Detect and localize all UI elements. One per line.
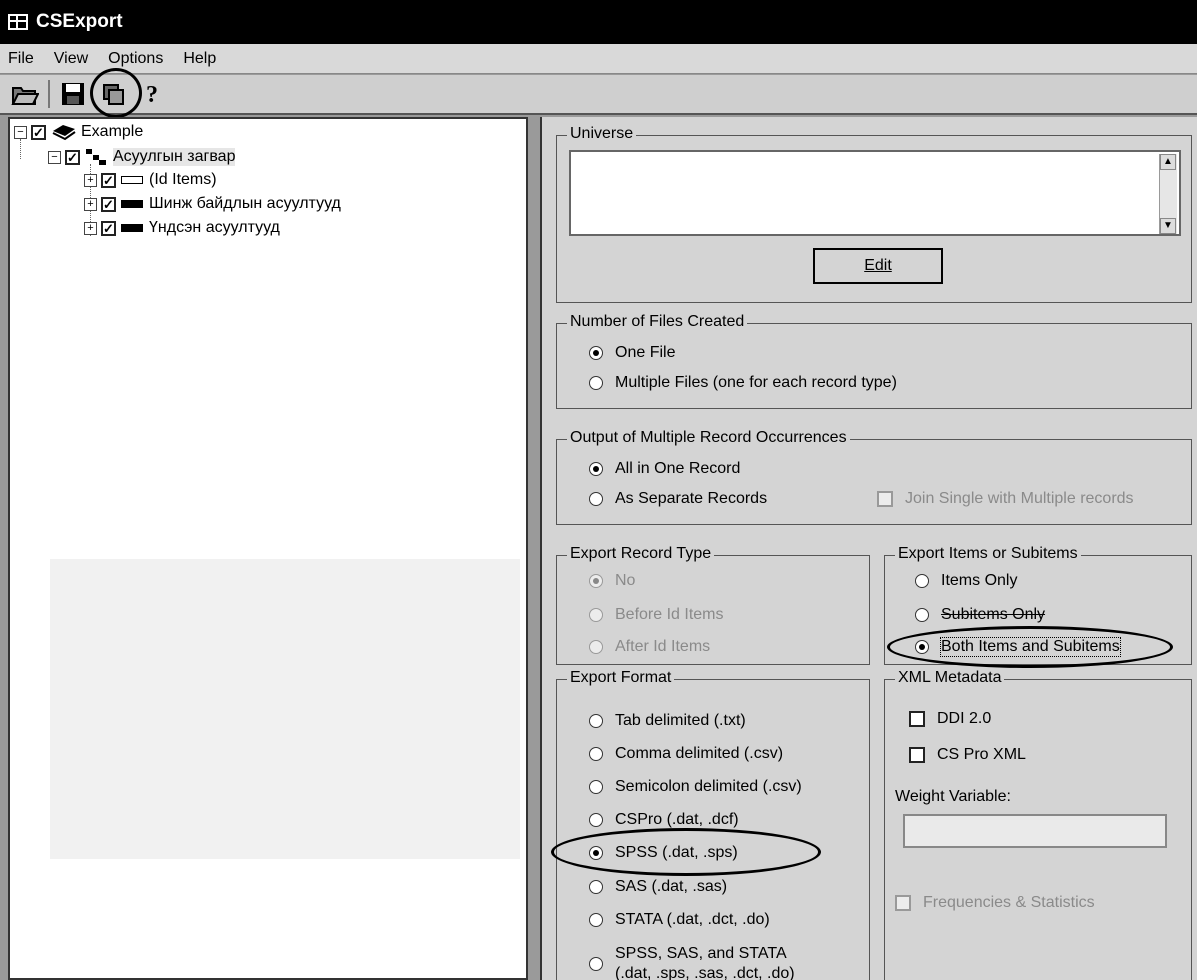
format-group: Export Format Tab delimited (.txt) Comma… (551, 669, 870, 980)
tree-record[interactable]: + ✓ Шинж байдлын асуултууд (84, 193, 341, 215)
collapse-icon[interactable]: − (48, 150, 61, 164)
items-only-radio[interactable]: Items Only (915, 572, 1017, 590)
tree-checkbox[interactable]: ✓ (101, 220, 116, 236)
join-single-checkbox[interactable]: Join Single with Multiple records (877, 490, 1134, 508)
semicolon-delimited-radio[interactable]: Semicolon delimited (.csv) (589, 778, 802, 796)
universe-textarea[interactable]: ▲ ▼ (569, 150, 1181, 236)
open-button[interactable] (8, 78, 42, 110)
tree-checkbox[interactable]: ✓ (31, 124, 46, 140)
tree-level[interactable]: − ✓ Асуулгын загвар (48, 146, 236, 168)
help-button[interactable]: ? (136, 78, 170, 110)
items-group: Export Items or Subitems Items Only Subi… (884, 545, 1192, 668)
tree-record[interactable]: + ✓ (Id Items) (84, 169, 217, 191)
scroll-up-icon[interactable]: ▲ (1160, 154, 1176, 170)
annotation-circle (90, 68, 142, 118)
files-group: Number of Files Created One File Multipl… (556, 313, 1192, 409)
tree-checkbox[interactable]: ✓ (101, 196, 116, 212)
universe-scrollbar[interactable]: ▲ ▼ (1159, 154, 1177, 234)
toolbar-separator (48, 80, 50, 108)
hierarchy-icon (86, 149, 106, 165)
xml-legend: XML Metadata (895, 669, 1005, 687)
record-icon (121, 200, 143, 208)
record-icon (121, 224, 143, 232)
options-pane: Universe ▲ ▼ Edit Number of Files Create… (540, 117, 1197, 980)
tree-record-label: (Id Items) (149, 171, 217, 188)
tree-record-label: Шинж байдлын асуултууд (149, 195, 341, 212)
format-legend: Export Format (567, 669, 675, 687)
tree-record[interactable]: + ✓ Үндсэн асуултууд (84, 217, 280, 239)
expand-icon[interactable]: + (84, 173, 97, 187)
menu-file[interactable]: File (8, 50, 34, 68)
expand-icon[interactable]: + (84, 197, 97, 211)
comma-delimited-radio[interactable]: Comma delimited (.csv) (589, 745, 783, 763)
files-legend: Number of Files Created (567, 313, 748, 331)
separate-records-radio[interactable]: As Separate Records (589, 490, 767, 508)
annotation-oval (551, 828, 821, 876)
occurrences-group: Output of Multiple Record Occurrences Al… (556, 429, 1192, 525)
universe-legend: Universe (567, 125, 637, 143)
tree-root[interactable]: − ✓ Example (14, 121, 143, 143)
record-icon (121, 176, 143, 184)
tree-checkbox[interactable]: ✓ (65, 149, 80, 165)
window-title: CSExport (36, 11, 123, 32)
ddi-checkbox[interactable]: DDI 2.0 (909, 710, 991, 728)
run-button[interactable] (90, 68, 142, 118)
cspro-radio[interactable]: CSPro (.dat, .dcf) (589, 811, 739, 829)
xml-group: XML Metadata DDI 2.0 CS Pro XML Weight V… (884, 669, 1192, 980)
scroll-down-icon[interactable]: ▼ (1160, 218, 1176, 234)
after-id-items-radio[interactable]: After Id Items (589, 638, 710, 656)
tree-level-label: Асуулгын загвар (113, 148, 236, 166)
toolbar: ? (0, 68, 1197, 118)
all-in-one-record-radio[interactable]: All in One Record (589, 460, 740, 478)
universe-group: Universe ▲ ▼ Edit (556, 125, 1192, 303)
tree-root-label: Example (81, 123, 144, 140)
weight-variable-input[interactable] (903, 814, 1167, 848)
tree-checkbox[interactable]: ✓ (101, 172, 116, 188)
book-icon (52, 125, 76, 141)
tab-delimited-radio[interactable]: Tab delimited (.txt) (589, 712, 746, 730)
cspro-xml-checkbox[interactable]: CS Pro XML (909, 746, 1026, 764)
save-icon (62, 83, 84, 105)
table-app-icon (8, 14, 28, 30)
collapse-icon[interactable]: − (14, 125, 27, 139)
menu-view[interactable]: View (54, 50, 88, 68)
sas-radio[interactable]: SAS (.dat, .sas) (589, 878, 727, 896)
weight-variable-label: Weight Variable: (895, 788, 1011, 805)
expand-icon[interactable]: + (84, 221, 97, 235)
tree-pane: − ✓ Example − ✓ Асуулгын загвар + ✓ (Id … (8, 117, 528, 980)
menu-options[interactable]: Options (108, 50, 163, 68)
menu-bar: File View Options Help (0, 44, 1197, 74)
svg-text:?: ? (146, 82, 158, 108)
occurrences-legend: Output of Multiple Record Occurrences (567, 429, 850, 447)
stata-radio[interactable]: STATA (.dat, .dct, .do) (589, 911, 770, 929)
record-type-legend: Export Record Type (567, 545, 715, 563)
save-button[interactable] (56, 78, 90, 110)
title-bar: CSExport (0, 0, 1197, 44)
annotation-oval (887, 626, 1173, 668)
frequencies-checkbox[interactable]: Frequencies & Statistics (895, 894, 1095, 912)
items-legend: Export Items or Subitems (895, 545, 1081, 563)
multiple-files-radio[interactable]: Multiple Files (one for each record type… (589, 374, 897, 392)
record-type-no-radio[interactable]: No (589, 572, 635, 590)
before-id-items-radio[interactable]: Before Id Items (589, 606, 724, 624)
edit-button[interactable]: Edit (813, 248, 943, 284)
tree-record-label: Үндсэн асуултууд (149, 219, 280, 236)
spss-sas-stata-radio[interactable]: SPSS, SAS, and STATA (.dat, .sps, .sas, … (589, 944, 795, 980)
help-icon: ? (146, 82, 158, 108)
record-type-group: Export Record Type No Before Id Items Af… (556, 545, 870, 665)
subitems-only-radio[interactable]: Subitems Only (915, 606, 1045, 624)
one-file-radio[interactable]: One File (589, 344, 675, 362)
open-icon (11, 87, 39, 105)
menu-help[interactable]: Help (183, 50, 216, 68)
